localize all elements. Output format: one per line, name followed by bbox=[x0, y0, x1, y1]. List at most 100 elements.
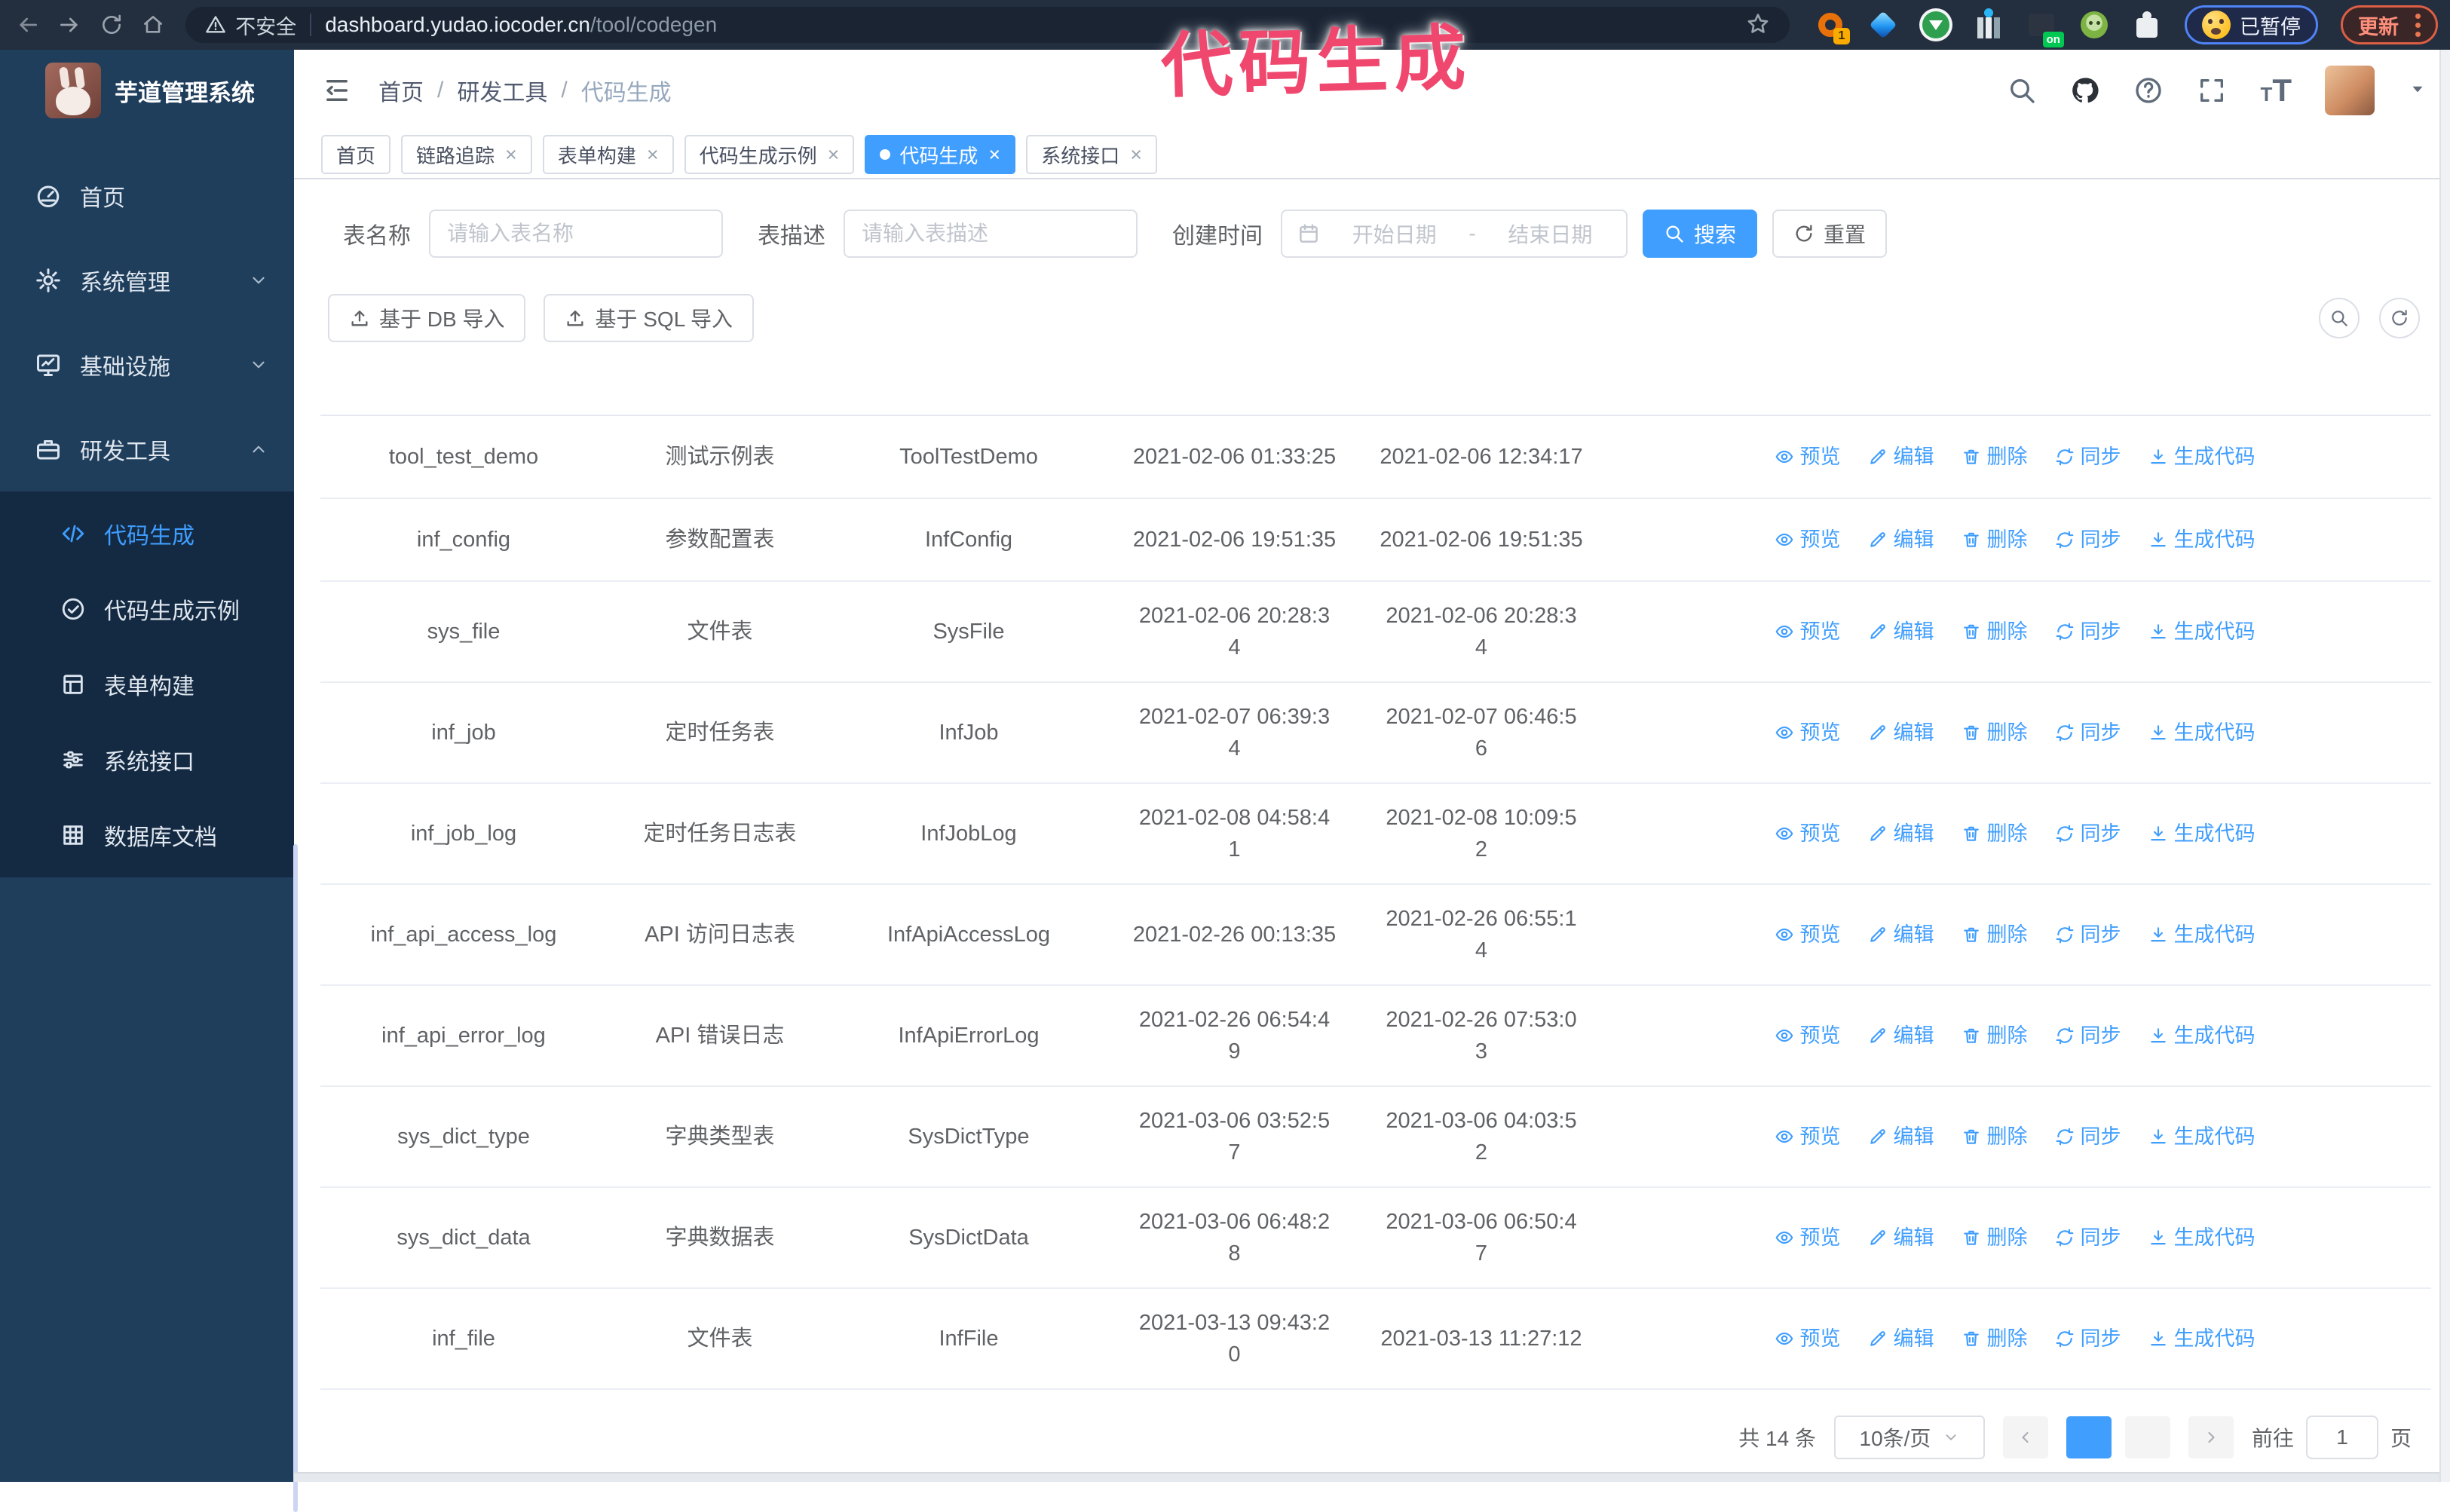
row-action-link[interactable]: 编辑 bbox=[1868, 1121, 1934, 1152]
row-action-link[interactable]: 删除 bbox=[1962, 1121, 2028, 1152]
row-action-link[interactable]: 编辑 bbox=[1868, 441, 1934, 473]
row-action-link[interactable]: 生成代码 bbox=[2148, 1323, 2256, 1354]
import-from-db-button[interactable]: 基于 DB 导入 bbox=[328, 294, 526, 342]
app-logo[interactable]: 芋道管理系统 bbox=[0, 50, 294, 131]
row-action-link[interactable]: 生成代码 bbox=[2148, 1222, 2256, 1253]
row-action-link[interactable]: 同步 bbox=[2055, 717, 2121, 748]
row-action-link[interactable]: 删除 bbox=[1962, 616, 2028, 647]
row-action-link[interactable]: 编辑 bbox=[1868, 717, 1934, 748]
row-action-link[interactable]: 预览 bbox=[1775, 1222, 1841, 1253]
sidebar-submenu-item[interactable]: 系统接口 bbox=[0, 722, 294, 797]
row-action-link[interactable]: 编辑 bbox=[1868, 919, 1934, 950]
view-tab[interactable]: 表单构建 × bbox=[542, 135, 674, 175]
browser-back-icon[interactable] bbox=[12, 8, 44, 41]
breadcrumb-home[interactable]: 首页 bbox=[378, 74, 424, 107]
row-action-link[interactable]: 同步 bbox=[2055, 818, 2121, 849]
row-action-link[interactable]: 同步 bbox=[2055, 616, 2121, 647]
browser-reload-icon[interactable] bbox=[96, 8, 127, 41]
search-icon[interactable] bbox=[2007, 75, 2037, 106]
refresh-table-button[interactable] bbox=[2379, 298, 2420, 338]
row-action-link[interactable]: 删除 bbox=[1962, 441, 2028, 473]
row-action-link[interactable]: 生成代码 bbox=[2148, 818, 2256, 849]
row-action-link[interactable]: 同步 bbox=[2055, 919, 2121, 950]
row-action-link[interactable]: 生成代码 bbox=[2148, 524, 2256, 556]
extension-green-check-icon[interactable] bbox=[1921, 10, 1951, 40]
browser-update-button[interactable]: 更新 bbox=[2340, 5, 2438, 44]
sidebar-submenu-item[interactable]: 数据库文档 bbox=[0, 797, 294, 873]
extension-gem-icon[interactable] bbox=[1868, 10, 1898, 40]
close-icon[interactable]: × bbox=[1130, 143, 1142, 167]
font-size-icon[interactable]: TT bbox=[2260, 75, 2292, 106]
extension-switch-icon[interactable]: on bbox=[2026, 10, 2064, 47]
breadcrumb-section[interactable]: 研发工具 bbox=[457, 74, 547, 107]
address-bar[interactable]: 不安全 dashboard.yudao.iocoder.cn/tool/code… bbox=[185, 7, 1790, 43]
row-action-link[interactable]: 预览 bbox=[1775, 1121, 1841, 1152]
browser-forward-icon[interactable] bbox=[54, 8, 86, 41]
browser-scrollbar-vertical[interactable] bbox=[2439, 50, 2450, 1482]
row-action-link[interactable]: 预览 bbox=[1775, 441, 1841, 473]
browser-home-icon[interactable] bbox=[138, 8, 170, 41]
row-action-link[interactable]: 编辑 bbox=[1868, 818, 1934, 849]
browser-menu-icon[interactable] bbox=[2415, 13, 2421, 37]
extension-puzzle-icon[interactable] bbox=[2132, 10, 2162, 40]
security-indicator[interactable]: 不安全 bbox=[205, 11, 296, 40]
row-action-link[interactable]: 生成代码 bbox=[2148, 1020, 2256, 1051]
row-action-link[interactable]: 编辑 bbox=[1868, 616, 1934, 647]
import-from-sql-button[interactable]: 基于 SQL 导入 bbox=[544, 294, 755, 342]
row-action-link[interactable]: 预览 bbox=[1775, 524, 1841, 556]
row-action-link[interactable]: 删除 bbox=[1962, 1323, 2028, 1354]
table-name-input[interactable] bbox=[429, 210, 723, 258]
sidebar-submenu-item[interactable]: 代码生成示例 bbox=[0, 571, 294, 647]
sidebar-menu-item[interactable]: 研发工具 bbox=[0, 407, 294, 491]
browser-scrollbar-horizontal[interactable] bbox=[294, 1472, 2439, 1482]
row-action-link[interactable]: 删除 bbox=[1962, 919, 2028, 950]
view-tab[interactable]: 代码生成 × bbox=[865, 135, 1016, 175]
close-icon[interactable]: × bbox=[828, 143, 840, 167]
row-action-link[interactable]: 生成代码 bbox=[2148, 441, 2256, 473]
row-action-link[interactable]: 生成代码 bbox=[2148, 616, 2256, 647]
reset-button[interactable]: 重置 bbox=[1772, 210, 1888, 258]
github-icon[interactable] bbox=[2070, 75, 2100, 106]
row-action-link[interactable]: 预览 bbox=[1775, 1323, 1841, 1354]
page-number-button[interactable] bbox=[2124, 1416, 2170, 1458]
close-icon[interactable]: × bbox=[988, 143, 1000, 167]
row-action-link[interactable]: 预览 bbox=[1775, 717, 1841, 748]
extension-monkey-icon[interactable] bbox=[2079, 10, 2109, 40]
row-action-link[interactable]: 删除 bbox=[1962, 524, 2028, 556]
row-action-link[interactable]: 编辑 bbox=[1868, 1323, 1934, 1354]
extension-columns-icon[interactable] bbox=[1974, 8, 2004, 40]
fullscreen-icon[interactable] bbox=[2197, 75, 2227, 106]
collapse-menu-icon[interactable] bbox=[321, 75, 353, 106]
sidebar-submenu-item[interactable]: 代码生成 bbox=[0, 496, 294, 571]
paused-profile-badge[interactable]: 已暂停 bbox=[2184, 5, 2318, 44]
row-action-link[interactable]: 编辑 bbox=[1868, 1020, 1934, 1051]
goto-page-input[interactable] bbox=[2305, 1416, 2378, 1459]
toggle-search-button[interactable] bbox=[2319, 298, 2360, 338]
row-action-link[interactable]: 编辑 bbox=[1868, 524, 1934, 556]
search-button[interactable]: 搜索 bbox=[1643, 210, 1758, 258]
chevron-down-icon[interactable] bbox=[2408, 79, 2427, 103]
sidebar-menu-item[interactable]: 首页 bbox=[0, 154, 294, 238]
end-date-placeholder[interactable]: 结束日期 bbox=[1490, 219, 1611, 249]
next-page-button[interactable] bbox=[2188, 1416, 2234, 1458]
row-action-link[interactable]: 生成代码 bbox=[2148, 717, 2256, 748]
sidebar-scrollbar[interactable] bbox=[293, 844, 298, 1512]
view-tab[interactable]: 系统接口 × bbox=[1026, 135, 1157, 175]
help-icon[interactable] bbox=[2133, 75, 2164, 106]
row-action-link[interactable]: 预览 bbox=[1775, 1020, 1841, 1051]
row-action-link[interactable]: 生成代码 bbox=[2148, 919, 2256, 950]
row-action-link[interactable]: 同步 bbox=[2055, 1020, 2121, 1051]
row-action-link[interactable]: 同步 bbox=[2055, 1121, 2121, 1152]
row-action-link[interactable]: 生成代码 bbox=[2148, 1121, 2256, 1152]
table-desc-input[interactable] bbox=[844, 210, 1138, 258]
row-action-link[interactable]: 预览 bbox=[1775, 616, 1841, 647]
sidebar-menu-item[interactable]: 系统管理 bbox=[0, 238, 294, 323]
row-action-link[interactable]: 删除 bbox=[1962, 818, 2028, 849]
row-action-link[interactable]: 删除 bbox=[1962, 1222, 2028, 1253]
row-action-link[interactable]: 预览 bbox=[1775, 919, 1841, 950]
close-icon[interactable]: × bbox=[647, 143, 659, 167]
view-tab[interactable]: 代码生成示例 × bbox=[684, 135, 855, 175]
row-action-link[interactable]: 同步 bbox=[2055, 1222, 2121, 1253]
view-tab[interactable]: 链路追踪 × bbox=[401, 135, 532, 175]
row-action-link[interactable]: 同步 bbox=[2055, 1323, 2121, 1354]
